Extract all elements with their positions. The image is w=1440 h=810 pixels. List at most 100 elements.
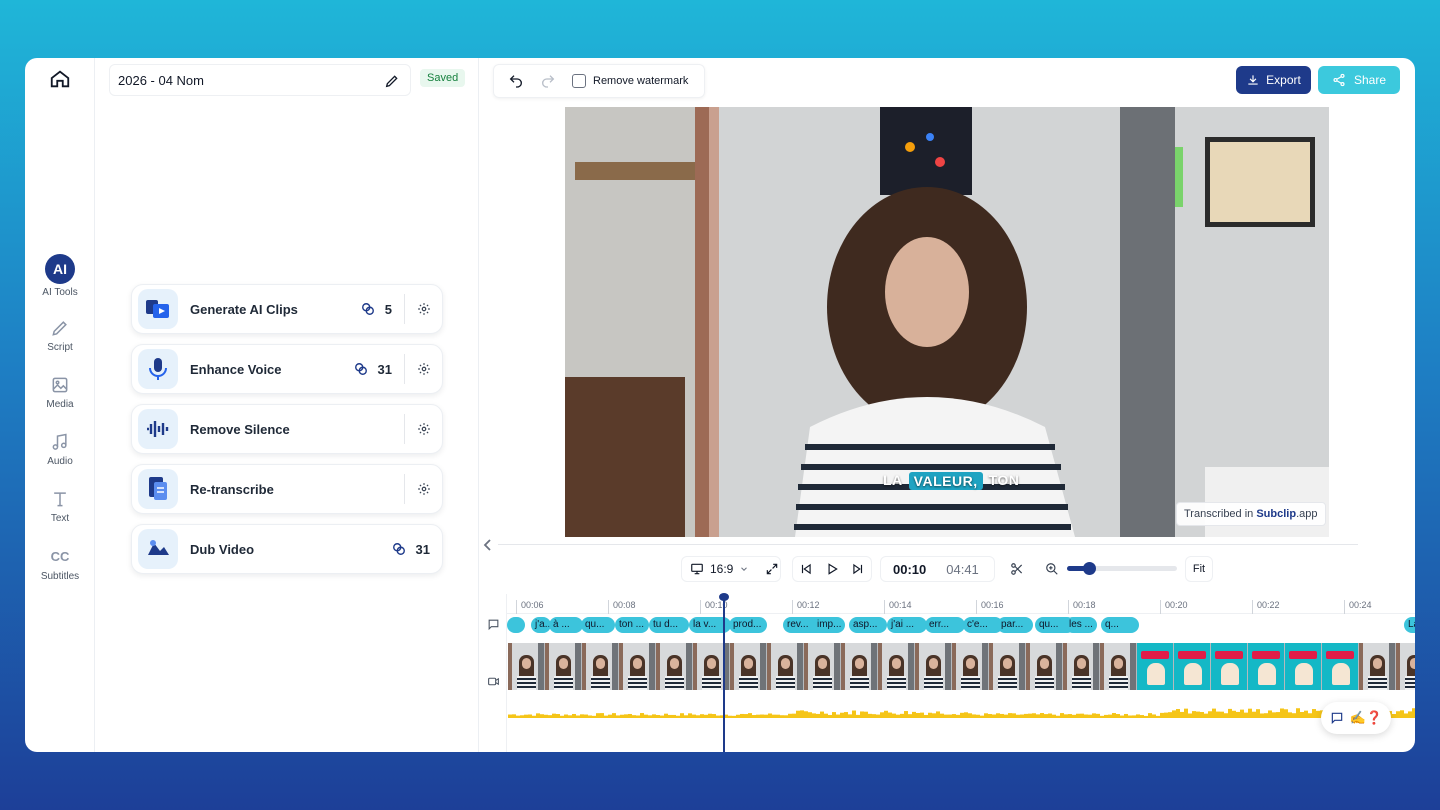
video-thumbnail: [1063, 643, 1100, 690]
video-caption: LA VALEUR, TON: [883, 472, 1019, 490]
feedback-button[interactable]: ✍️❓: [1321, 702, 1391, 734]
zoom-slider[interactable]: [1067, 562, 1177, 575]
chevron-down-icon: [741, 567, 748, 571]
home-icon[interactable]: [49, 68, 71, 90]
audio-waveform[interactable]: [508, 694, 1415, 724]
audio-bar: [744, 714, 748, 718]
video-thumbnail: [1396, 643, 1415, 690]
remove-watermark-checkbox[interactable]: [572, 74, 586, 88]
zoom-in-icon[interactable]: [1045, 562, 1059, 576]
audio-bar: [584, 714, 588, 718]
collapse-panel-icon[interactable]: [482, 538, 494, 552]
audio-bar: [620, 714, 624, 718]
audio-bar: [1140, 715, 1144, 718]
audio-bar: [836, 714, 840, 718]
rail-item-subtitles[interactable]: CC Subtitles: [25, 547, 95, 582]
subtitle-chip[interactable]: j'ai ...: [887, 617, 927, 633]
timeline-ruler[interactable]: 00:06 00:08 00:10 00:12 00:14 00:16 00:18 00:20…: [507, 594, 1415, 614]
subtitle-chip[interactable]: j'a...: [531, 617, 551, 633]
audio-bar: [532, 715, 536, 718]
scissors-icon[interactable]: [1010, 562, 1024, 576]
audio-bar: [756, 714, 760, 718]
subtitle-chip[interactable]: asp...: [849, 617, 887, 633]
video-thumbnail: [1322, 643, 1359, 690]
audio-bar: [952, 714, 956, 718]
undo-icon[interactable]: [508, 73, 524, 89]
skip-forward-icon[interactable]: [851, 562, 865, 576]
audio-bar: [988, 714, 992, 718]
audio-bar: [1092, 713, 1096, 718]
tool-settings-button[interactable]: [404, 474, 442, 504]
aspect-ratio-value: 16:9: [710, 562, 734, 576]
tool-enhance-voice[interactable]: Enhance Voice 31: [131, 344, 443, 394]
tool-re-transcribe[interactable]: Re-transcribe: [131, 464, 443, 514]
subtitle-chip[interactable]: à ...: [549, 617, 583, 633]
video-preview[interactable]: LA VALEUR, TON: [565, 107, 1329, 537]
subtitle-chip[interactable]: err...: [925, 617, 965, 633]
audio-bar: [896, 714, 900, 718]
rail-item-script[interactable]: Script: [25, 318, 95, 353]
share-button[interactable]: Share: [1318, 66, 1400, 94]
video-thumbnail: [989, 643, 1026, 690]
zoom-slider-handle[interactable]: [1083, 562, 1096, 575]
audio-bar: [1028, 713, 1032, 718]
subtitle-chip[interactable]: imp...: [813, 617, 845, 633]
playhead[interactable]: [723, 595, 725, 752]
audio-bar: [1412, 708, 1415, 718]
audio-bar: [1136, 714, 1140, 718]
audio-bar: [1096, 713, 1100, 718]
audio-bar: [1176, 709, 1180, 718]
skip-back-icon[interactable]: [799, 562, 813, 576]
aspect-ratio-select[interactable]: 16:9: [681, 556, 781, 582]
audio-bar: [1392, 713, 1396, 718]
subtitle-chip[interactable]: tu d...: [649, 617, 689, 633]
microphone-icon: [138, 349, 178, 389]
audio-bar: [1056, 715, 1060, 718]
audio-bar: [852, 710, 856, 718]
ruler-tick: 00:18: [1068, 600, 1096, 614]
tool-settings-button[interactable]: [404, 294, 442, 324]
tool-remove-silence[interactable]: Remove Silence: [131, 404, 443, 454]
tool-settings-button[interactable]: [404, 414, 442, 444]
fullscreen-icon[interactable]: [765, 562, 779, 576]
redo-icon[interactable]: [540, 73, 556, 89]
subtitle-chip[interactable]: les ...: [1065, 617, 1097, 633]
audio-bar: [748, 713, 752, 718]
divider: [498, 544, 1358, 545]
edit-pencil-icon[interactable]: [384, 73, 400, 89]
audio-bar: [816, 713, 820, 718]
video-track[interactable]: [508, 643, 1415, 690]
project-title-field[interactable]: 2026 - 04 Nom: [109, 64, 411, 96]
audio-bar: [784, 715, 788, 718]
audio-bar: [1260, 713, 1264, 718]
subtitle-chip[interactable]: qu...: [581, 617, 615, 633]
audio-bar: [864, 711, 868, 718]
subtitle-chip-partial[interactable]: [507, 617, 525, 633]
export-button[interactable]: Export: [1236, 66, 1311, 94]
caption-word: LA: [883, 472, 903, 488]
rail-item-media[interactable]: Media: [25, 375, 95, 410]
rail-item-audio[interactable]: Audio: [25, 432, 95, 467]
tool-generate-ai-clips[interactable]: Generate AI Clips 5: [131, 284, 443, 334]
text-icon: [54, 492, 66, 507]
audio-bar: [540, 714, 544, 718]
download-icon: [1248, 75, 1258, 85]
subtitle-chip[interactable]: prod...: [729, 617, 767, 633]
subtitle-chip[interactable]: ton ...: [615, 617, 649, 633]
watermark-brand: Subclip: [1256, 508, 1297, 520]
subtitle-chip[interactable]: q...: [1101, 617, 1139, 633]
rail-item-ai-tools[interactable]: AI AI Tools: [25, 254, 95, 298]
rail-item-text[interactable]: Text: [25, 489, 95, 524]
subtitle-chip[interactable]: par...: [997, 617, 1033, 633]
fit-button[interactable]: Fit: [1185, 556, 1213, 582]
subtitle-chip[interactable]: La p...: [1404, 617, 1415, 633]
audio-bar: [808, 712, 812, 718]
tool-dub-video[interactable]: Dub Video 31: [131, 524, 443, 574]
audio-bar: [1164, 712, 1168, 718]
ruler-tick: 00:20: [1160, 600, 1188, 614]
tool-settings-button[interactable]: [404, 354, 442, 384]
audio-bar: [840, 712, 844, 718]
play-icon[interactable]: [825, 562, 839, 576]
audio-bar: [1312, 709, 1316, 718]
video-thumbnail: [767, 643, 804, 690]
